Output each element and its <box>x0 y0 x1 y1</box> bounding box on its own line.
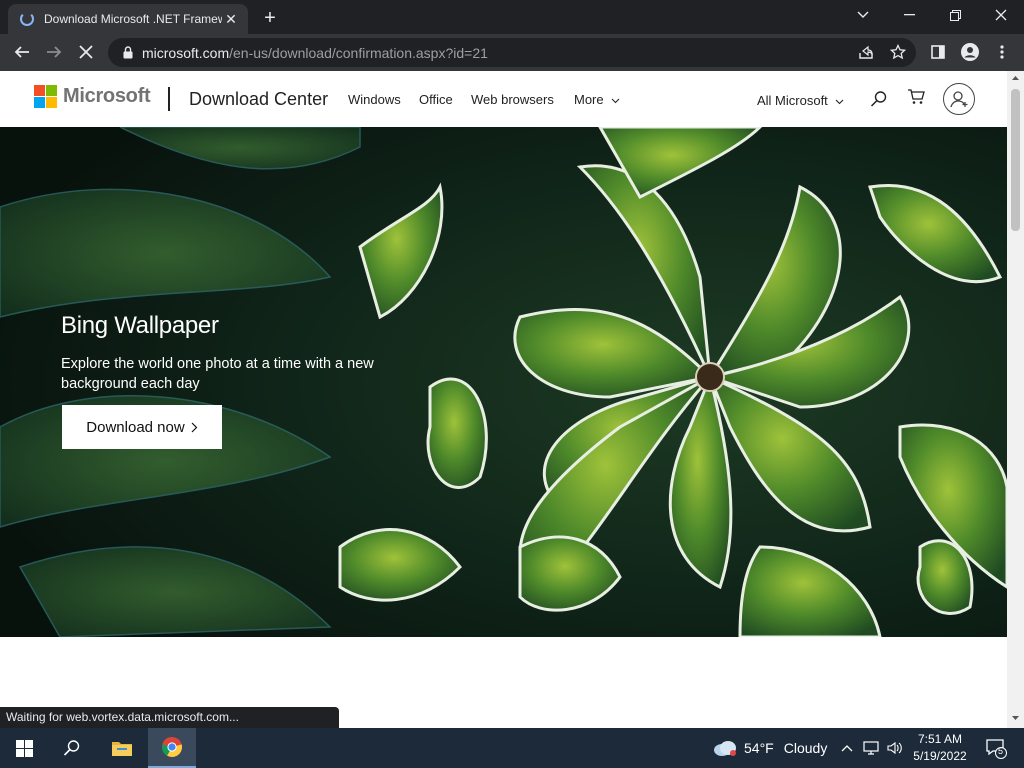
bookmark-star-icon[interactable] <box>884 38 912 66</box>
loading-spinner-icon <box>20 12 34 26</box>
minimize-button[interactable] <box>886 0 932 30</box>
taskbar-search-icon[interactable] <box>48 728 96 768</box>
network-icon[interactable] <box>860 728 882 768</box>
microsoft-logo-icon <box>34 85 57 108</box>
file-explorer-icon[interactable] <box>98 728 146 768</box>
side-panel-icon[interactable] <box>924 38 952 66</box>
chevron-right-icon <box>191 422 198 432</box>
clock-date: 5/19/2022 <box>913 749 967 763</box>
hero-banner: Bing Wallpaper Explore the world one pho… <box>0 127 1007 637</box>
download-now-button[interactable]: Download now <box>62 405 222 449</box>
weather-temperature: 54°F <box>744 740 774 756</box>
tab-title: Download Microsoft .NET Framew <box>44 12 222 26</box>
lock-icon[interactable] <box>114 46 142 59</box>
forward-arrow-icon[interactable] <box>40 38 68 66</box>
header-divider <box>168 87 170 111</box>
tab-search-chevron-icon[interactable] <box>840 0 886 30</box>
download-now-label: Download now <box>86 418 185 436</box>
volume-icon[interactable] <box>884 728 906 768</box>
microsoft-logo[interactable]: Microsoft <box>34 85 151 108</box>
weather-description: Cloudy <box>783 740 828 756</box>
clock-time: 7:51 AM <box>917 732 963 746</box>
chevron-down-icon <box>836 99 844 105</box>
scroll-up-arrow-icon[interactable] <box>1007 71 1024 85</box>
scrollbar-thumb[interactable] <box>1011 89 1020 231</box>
url-text[interactable]: microsoft.com/en-us/download/confirmatio… <box>142 45 488 61</box>
windows-taskbar: 54°F Cloudy 7:51 AM 5/19/2022 5 <box>0 728 1024 768</box>
notifications-icon[interactable]: 5 <box>978 728 1014 768</box>
hero-description: Explore the world one photo at a time wi… <box>61 356 374 392</box>
microsoft-logo-text: Microsoft <box>63 85 151 107</box>
nav-more-label: More <box>574 92 604 107</box>
stop-loading-icon[interactable] <box>72 38 100 66</box>
all-microsoft-menu[interactable]: All Microsoft <box>757 93 844 108</box>
cloudy-weather-icon <box>714 741 736 756</box>
taskbar-clock[interactable]: 7:51 AM 5/19/2022 <box>906 731 974 765</box>
address-bar[interactable]: microsoft.com/en-us/download/confirmatio… <box>108 38 916 67</box>
back-arrow-icon[interactable] <box>8 38 36 66</box>
nav-more[interactable]: More <box>574 92 620 107</box>
chrome-taskbar-icon[interactable] <box>148 728 196 768</box>
nav-windows[interactable]: Windows <box>348 92 401 107</box>
tray-chevron-up-icon[interactable] <box>838 728 856 768</box>
web-page: Microsoft Download Center Windows Office… <box>0 71 1007 728</box>
weather-widget[interactable]: 54°F Cloudy <box>712 728 832 768</box>
search-icon[interactable] <box>868 88 890 110</box>
restore-button[interactable] <box>932 0 978 30</box>
page-scrollbar[interactable] <box>1007 71 1024 728</box>
menu-kebab-icon[interactable] <box>988 38 1016 66</box>
new-tab-button[interactable]: + <box>258 6 282 30</box>
notification-count-badge: 5 <box>998 746 1004 756</box>
nav-office[interactable]: Office <box>419 92 453 107</box>
download-center-title[interactable]: Download Center <box>189 89 328 110</box>
windows-start-icon[interactable] <box>0 728 48 768</box>
hero-title: Bing Wallpaper <box>61 312 219 339</box>
tab-close-icon[interactable]: ✕ <box>222 10 240 28</box>
browser-toolbar: microsoft.com/en-us/download/confirmatio… <box>0 34 1024 71</box>
all-microsoft-label: All Microsoft <box>757 93 828 108</box>
browser-titlebar: Download Microsoft .NET Framew ✕ + <box>0 0 1024 34</box>
cart-icon[interactable] <box>905 86 927 108</box>
share-icon[interactable] <box>852 38 880 66</box>
sign-in-avatar-icon[interactable] <box>943 83 975 115</box>
chevron-down-icon <box>611 98 620 104</box>
close-window-button[interactable] <box>978 0 1024 30</box>
url-host: microsoft.com <box>142 44 230 61</box>
site-header: Microsoft Download Center Windows Office… <box>0 71 1007 127</box>
nav-web-browsers[interactable]: Web browsers <box>471 92 554 107</box>
browser-tab[interactable]: Download Microsoft .NET Framew ✕ <box>8 4 248 34</box>
status-bubble: Waiting for web.vortex.data.microsoft.co… <box>0 707 339 728</box>
scroll-down-arrow-icon[interactable] <box>1007 711 1024 725</box>
url-path: /en-us/download/confirmation.aspx?id=21 <box>229 44 488 61</box>
profile-icon[interactable] <box>956 38 984 66</box>
